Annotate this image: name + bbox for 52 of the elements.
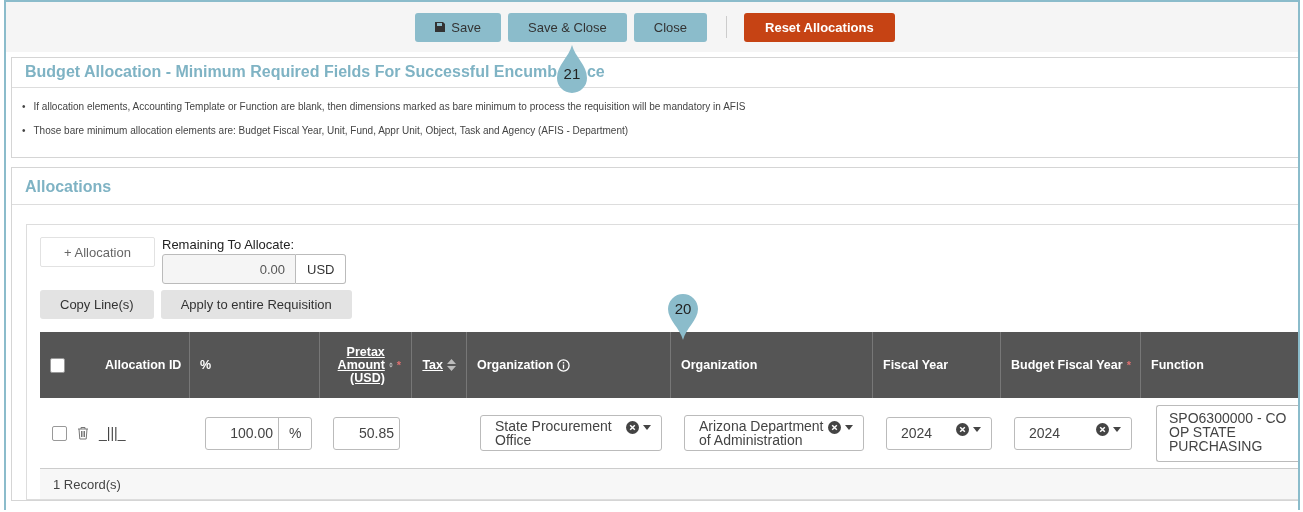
note-text: If allocation elements, Accounting Template or Function are blank, then dimensions marked as bare minimum to process the requisition will be mandatory in AFIS: [33, 100, 746, 114]
percent-field[interactable]: 100.00 %: [205, 416, 313, 450]
panel-title: Allocations: [12, 168, 1298, 205]
action-button[interactable]: Apply to entire Requisition: [160, 290, 352, 319]
currency-label: USD: [296, 254, 347, 284]
info-icon[interactable]: [557, 358, 571, 372]
allocation-id: _|||_: [99, 425, 126, 441]
required-mark: *: [1126, 359, 1131, 371]
column-header: Fiscal Year: [883, 358, 949, 372]
record-count: 1 Record(s): [53, 476, 121, 492]
floppy-icon: [435, 22, 446, 32]
column-header: Organization: [681, 358, 758, 372]
sort-icon[interactable]: [447, 359, 456, 371]
select-field[interactable]: 2024: [886, 416, 992, 450]
caret-icon[interactable]: [1113, 426, 1121, 432]
action-button[interactable]: Copy Line(s): [40, 290, 154, 319]
toolbar-button[interactable]: Close: [633, 12, 707, 42]
select-field[interactable]: Arizona Department of Administration: [684, 415, 864, 451]
function-field[interactable]: SPO6300000 - CO OP STATE PURCHASING: [1156, 404, 1298, 462]
column-header: Allocation ID: [105, 358, 182, 372]
callout-marker: 21: [556, 45, 587, 93]
column-header: Function: [1151, 358, 1204, 372]
panel-title: ce: [586, 63, 605, 81]
field-label: Remaining To Allocate:: [162, 237, 295, 252]
select-field[interactable]: 2024: [1014, 416, 1132, 450]
column-header: Organization: [477, 358, 554, 372]
column-header[interactable]: Pretax Amount (USD): [330, 345, 385, 385]
remaining-field[interactable]: 0.00: [162, 254, 296, 284]
amount-field[interactable]: 50.85: [333, 416, 400, 450]
caret-icon[interactable]: [973, 426, 981, 432]
reset-button[interactable]: Reset Allocations: [744, 12, 895, 42]
clear-icon[interactable]: [956, 422, 969, 436]
toolbar-button[interactable]: Save & Close: [508, 12, 627, 42]
caret-icon[interactable]: [845, 425, 853, 430]
save-button[interactable]: Save: [415, 12, 501, 42]
row-checkbox[interactable]: [52, 425, 67, 441]
caret-icon[interactable]: [643, 425, 651, 430]
select-all-checkbox[interactable]: [50, 357, 65, 373]
bullet-mark: •: [22, 124, 26, 138]
bullet-mark: •: [22, 100, 26, 114]
clear-icon[interactable]: [828, 421, 841, 434]
required-mark: *: [396, 359, 401, 371]
note-text: Those bare minimum allocation elements are: Budget Fiscal Year, Unit, Fund, Appr Unit, Object, Task and Agency (AFIS - Department): [33, 124, 629, 138]
column-header: %: [200, 358, 212, 372]
clear-icon[interactable]: [1096, 422, 1109, 436]
column-header: Budget Fiscal Year: [1011, 358, 1123, 372]
select-field[interactable]: State Procurement Office: [480, 415, 662, 451]
trash-icon[interactable]: [77, 426, 89, 440]
add-allocation-button[interactable]: + Allocation: [40, 237, 155, 267]
column-header[interactable]: Tax: [422, 358, 443, 372]
clear-icon[interactable]: [626, 421, 639, 434]
panel-title: Budget Allocation - Minimum Required Fields For Successful Encumb: [25, 63, 557, 81]
